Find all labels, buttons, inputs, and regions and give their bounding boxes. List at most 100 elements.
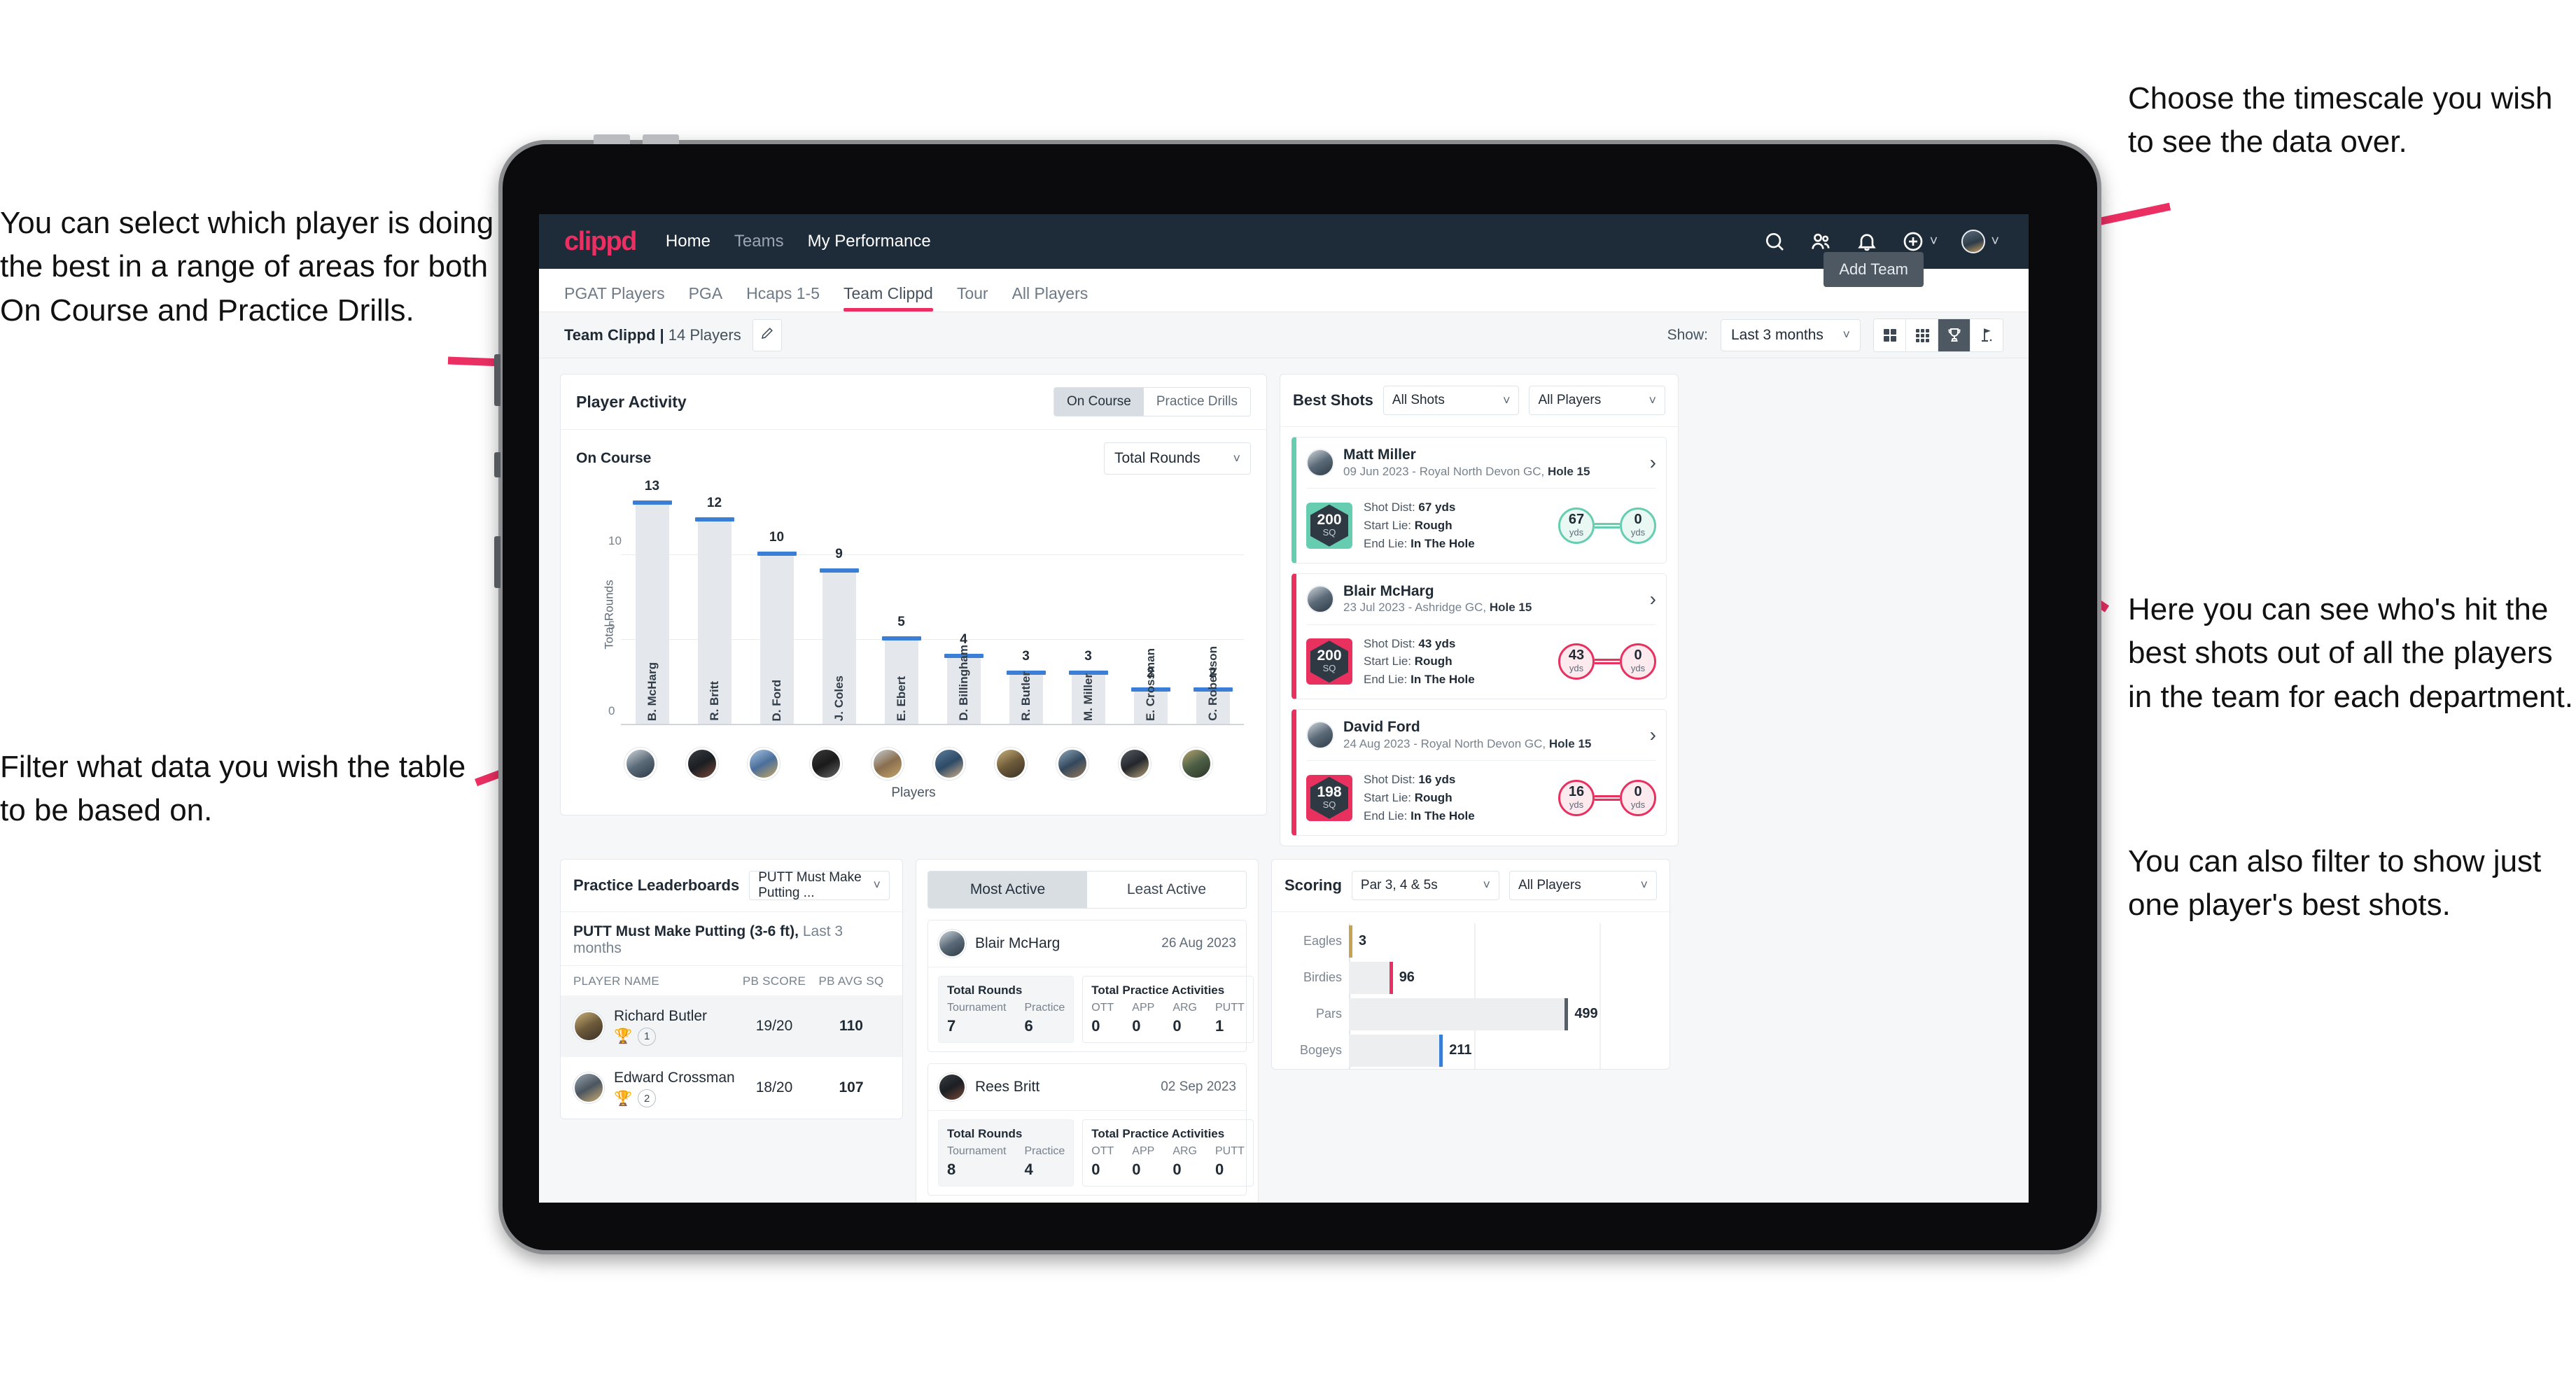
edit-team-button[interactable] [752,318,782,351]
scoring-bar[interactable] [1349,961,1393,994]
activity-player-name: Rees Britt [975,1078,1040,1095]
scoring-par-filter[interactable]: Par 3, 4 & 5s ˅ [1351,870,1499,900]
avatar [1306,721,1334,749]
tab-pgat-players[interactable]: PGAT Players [564,284,665,312]
best-shot-body: 200 SQ Shot Dist: 67 yds Start Lie: Rough En… [1296,489,1666,562]
view-mode-grid-3x3[interactable] [1906,318,1938,351]
chart-x-axis-label: Players [891,785,936,800]
main-nav-links: Home Teams My Performance [666,232,931,251]
avatar[interactable] [1961,230,1986,253]
clippd-logo[interactable]: clippd [564,227,637,257]
app-screen: clippd Home Teams My Performance ˅ ˅ PGA… [539,214,2029,1203]
best-shots-list: Matt Miller 09 Jun 2023 - Royal North Dev… [1280,437,1678,836]
best-shot-details: Shot Dist: 67 yds Start Lie: Rough End Lie… [1364,500,1475,550]
segment-on-course[interactable]: On Course [1054,388,1144,416]
avatar[interactable] [809,748,842,780]
scoring-value-label: 211 [1449,1042,1472,1058]
tab-pga[interactable]: PGA [689,284,723,312]
rank-badge: 2 [638,1089,657,1108]
add-team-button[interactable]: Add Team [1823,252,1924,287]
avatar[interactable] [686,748,719,780]
navbar-right-icons: ˅ ˅ [1763,230,1999,253]
avatar[interactable] [871,748,904,780]
user-menu-group[interactable]: ˅ [1961,230,1999,253]
chevron-down-icon: ˅ [1483,878,1490,892]
scoring-player-filter[interactable]: All Players ˅ [1508,870,1657,900]
view-mode-trophy[interactable] [1938,318,1970,351]
best-shot-card[interactable]: Blair McHarg 23 Jul 2023 - Ashridge GC, H… [1292,573,1667,699]
chevron-down-icon[interactable]: ˅ [1930,234,1938,248]
best-shot-card[interactable]: Matt Miller 09 Jun 2023 - Royal North Dev… [1292,437,1667,564]
tab-least-active[interactable]: Least Active [1087,871,1246,908]
nav-link-teams[interactable]: Teams [734,232,784,251]
practice-table-body: Richard Butler 🏆 1 19/20 110 Edward Crossman 🏆… [561,995,902,1119]
avatar[interactable] [995,748,1028,780]
chevron-down-icon: ˅ [873,878,881,892]
scoring-bar-row: Eagles 3 [1303,925,1628,958]
avatar[interactable] [1056,748,1089,780]
best-shot-card[interactable]: David Ford 24 Aug 2023 - Royal North Devo… [1292,709,1667,836]
bell-icon[interactable] [1856,230,1878,253]
chevron-right-icon[interactable]: › [1650,588,1656,610]
search-icon[interactable] [1763,230,1786,253]
toolbar-right: Show: Last 3 months ˅ [1667,318,2003,352]
tab-team-clippd[interactable]: Team Clippd [844,284,933,312]
practice-leaderboards-title: Practice Leaderboards [573,876,740,894]
scoring-header: Scoring Par 3, 4 & 5s ˅ All Players ˅ [1272,860,1670,912]
player-activity-title: Player Activity [576,392,687,411]
best-shot-header: Matt Miller 09 Jun 2023 - Royal North Dev… [1296,438,1666,488]
bar-category-label: R. Britt [707,681,721,721]
best-shot-meta: 23 Jul 2023 - Ashridge GC, Hole 15 [1343,601,1532,615]
metric-select[interactable]: Total Rounds ˅ [1104,442,1251,475]
drill-select[interactable]: PUTT Must Make Putting ... ˅ [749,870,890,900]
par-filter-value: Par 3, 4 & 5s [1360,877,1438,892]
table-row[interactable]: Edward Crossman 🏆 2 18/20 107 [561,1057,902,1119]
avatar[interactable] [748,748,780,780]
pb-avg-sq-value: 107 [839,1079,864,1096]
metric-select-value: Total Rounds [1114,450,1200,466]
best-shots-player-filter[interactable]: All Players ˅ [1529,386,1666,415]
shot-quality-badge: 200 SQ [1306,638,1352,685]
people-icon[interactable] [1809,230,1832,253]
scoring-bar[interactable] [1348,925,1352,958]
table-row[interactable]: Richard Butler 🏆 1 19/20 110 [561,995,902,1057]
avatar[interactable] [933,748,966,780]
activity-card-item[interactable]: Rees Britt 02 Sep 2023 Total Rounds Tournam… [927,1063,1254,1196]
device-top-button-2 [643,134,679,144]
chevron-right-icon[interactable]: › [1650,724,1656,746]
chart-bar-group: 3 R. Butler [995,504,1057,725]
tab-all-players[interactable]: All Players [1012,284,1088,312]
chevron-right-icon[interactable]: › [1650,451,1656,474]
timescale-select[interactable]: Last 3 months ˅ [1721,318,1861,351]
activity-card-item[interactable]: Blair McHarg 26 Aug 2023 Total Rounds Tourn… [927,919,1254,1052]
stat-column: OTT 0 [1091,1144,1114,1178]
sub-tab-bar: PGAT Players PGA Hcaps 1-5 Team Clippd T… [539,252,2029,312]
scoring-plot-area: Eagles 3 Birdies 96 Pars 499 Bogeys 211 [1300,923,1628,1069]
tab-hcaps-1-5[interactable]: Hcaps 1-5 [746,284,820,312]
nav-link-home[interactable]: Home [666,232,710,251]
scoring-category-label: Birdies [1303,970,1342,984]
avatar[interactable] [624,748,657,780]
shot-quality-badge: 198 SQ [1306,774,1352,821]
avatar [938,1072,966,1101]
view-mode-golf-flag[interactable] [1970,318,2003,351]
chevron-down-icon: ˅ [1502,393,1511,407]
avatar [1306,449,1334,477]
tab-most-active[interactable]: Most Active [928,871,1087,908]
bar-value-label: 5 [897,615,905,630]
best-shots-shot-filter[interactable]: All Shots ˅ [1382,386,1520,415]
view-mode-grid-2x2[interactable] [1874,318,1906,351]
scoring-bar[interactable] [1349,997,1569,1030]
tab-tour[interactable]: Tour [957,284,988,312]
bar-category-label: J. Coles [832,675,846,721]
chevron-down-icon[interactable]: ˅ [1991,234,1999,248]
scoring-bar[interactable] [1349,1034,1443,1067]
bar-value-label: 12 [706,496,722,511]
add-menu-group[interactable]: ˅ [1902,230,1938,253]
plus-circle-icon[interactable] [1902,230,1924,253]
avatar[interactable] [1180,748,1212,780]
segment-practice-drills[interactable]: Practice Drills [1143,388,1250,416]
nav-link-my-performance[interactable]: My Performance [808,232,931,251]
avatar[interactable] [1118,748,1151,780]
annotation-left-bottom: Filter what data you wish the table to b… [0,750,466,828]
